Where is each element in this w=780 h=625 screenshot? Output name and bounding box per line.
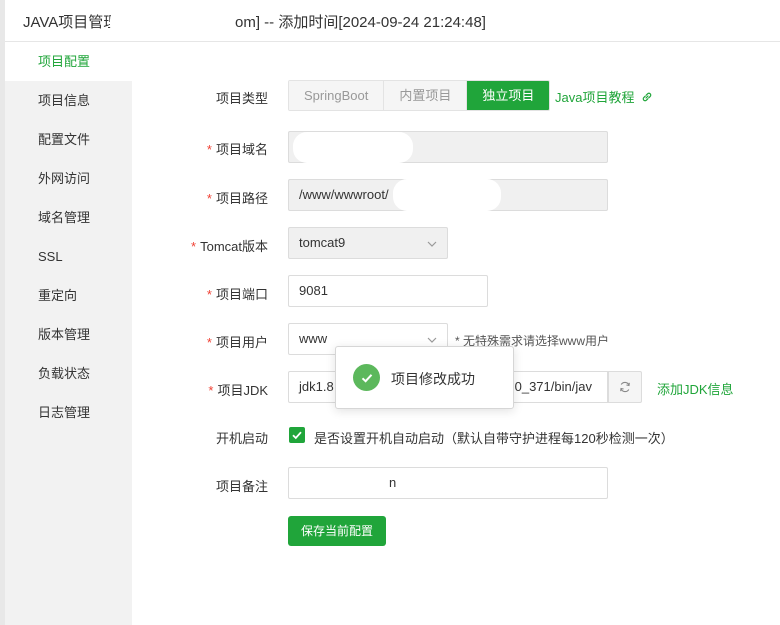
sidebar-item-redirect[interactable]: 重定向 xyxy=(5,276,132,315)
sidebar-item-ssl[interactable]: SSL xyxy=(5,237,132,276)
success-toast: 项目修改成功 xyxy=(335,346,514,409)
autostart-label: 开机启动 xyxy=(215,431,268,446)
user-label: * 项目用户 xyxy=(206,335,268,350)
redacted-mask xyxy=(393,179,501,211)
save-config-button[interactable]: 保存当前配置 xyxy=(288,516,386,546)
sidebar-item-project-info[interactable]: 项目信息 xyxy=(5,81,132,120)
project-settings-window: JAVA项目管理 om] -- 添加时间[2024-09-24 21:24:48… xyxy=(5,0,780,625)
check-icon xyxy=(292,431,302,440)
check-circle-icon xyxy=(353,364,380,391)
port-input[interactable]: 9081 xyxy=(288,275,488,307)
sidebar-item-version[interactable]: 版本管理 xyxy=(5,315,132,354)
project-type-label: 项目类型 xyxy=(215,91,268,106)
type-standalone-button[interactable]: 独立项目 xyxy=(467,81,550,110)
redacted-mask xyxy=(294,468,389,498)
autostart-checkbox[interactable] xyxy=(289,427,305,443)
external-link-icon xyxy=(642,92,652,102)
add-jdk-link[interactable]: 添加JDK信息 xyxy=(657,379,734,398)
sidebar-item-logs[interactable]: 日志管理 xyxy=(5,393,132,432)
remark-label: 项目备注 xyxy=(215,479,268,494)
tomcat-label: * Tomcat版本 xyxy=(191,239,268,254)
autostart-text: 是否设置开机自动启动（默认自带守护进程每120秒检测一次） xyxy=(314,431,674,446)
sidebar-item-project-config[interactable]: 项目配置 xyxy=(5,42,132,81)
java-tutorial-link[interactable]: Java项目教程 xyxy=(555,87,653,106)
window-title-left: JAVA项目管理 xyxy=(23,14,119,31)
jdk-refresh-button[interactable] xyxy=(608,371,642,403)
title-bar: JAVA项目管理 om] -- 添加时间[2024-09-24 21:24:48… xyxy=(5,0,780,42)
path-label: * 项目路径 xyxy=(206,191,268,206)
sidebar: 项目配置 项目信息 配置文件 外网访问 域名管理 SSL 重定向 版本管理 负载… xyxy=(5,42,132,625)
sidebar-item-domain[interactable]: 域名管理 xyxy=(5,198,132,237)
redacted-mask xyxy=(110,6,210,40)
domain-label: * 项目域名 xyxy=(206,142,268,157)
port-label: * 项目端口 xyxy=(206,287,268,302)
tomcat-select[interactable]: tomcat9 xyxy=(288,227,448,259)
project-type-selector: SpringBoot 内置项目 独立项目 xyxy=(288,80,551,111)
chevron-down-icon xyxy=(427,337,437,343)
sidebar-item-config-file[interactable]: 配置文件 xyxy=(5,120,132,159)
sidebar-item-external-access[interactable]: 外网访问 xyxy=(5,159,132,198)
type-builtin-button[interactable]: 内置项目 xyxy=(384,81,468,110)
type-springboot-button[interactable]: SpringBoot xyxy=(289,81,385,110)
chevron-down-icon xyxy=(427,241,437,247)
refresh-icon xyxy=(620,381,630,393)
sidebar-item-load-status[interactable]: 负载状态 xyxy=(5,354,132,393)
window-title-right: om] -- 添加时间[2024-09-24 21:24:48] xyxy=(235,14,486,31)
jdk-label: * 项目JDK xyxy=(208,383,268,398)
redacted-mask xyxy=(293,132,413,163)
toast-message: 项目修改成功 xyxy=(391,371,475,387)
